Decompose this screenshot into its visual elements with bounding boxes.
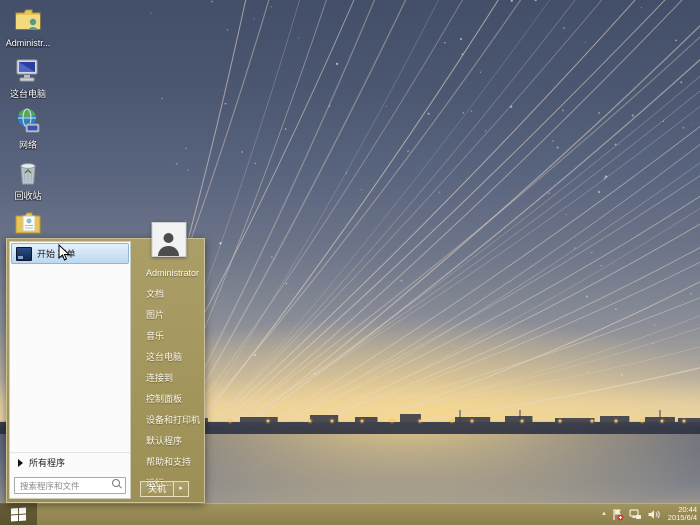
taskbar-clock[interactable]: 20:44 2015/6/4: [665, 505, 697, 523]
menu-item-documents[interactable]: 文档: [133, 284, 204, 305]
windows-logo-icon: [11, 506, 26, 522]
taskbar: ▴ 20:44 2015/6/4: [0, 503, 700, 525]
show-hidden-icons-button[interactable]: ▴: [602, 503, 606, 525]
program-list-empty-area: [10, 265, 130, 452]
menu-item-music[interactable]: 音乐: [133, 326, 204, 347]
start-button[interactable]: [0, 503, 37, 525]
user-folder-icon: [12, 4, 44, 36]
desktop-icon-network[interactable]: 网络: [2, 106, 54, 150]
shutdown-button[interactable]: 关机: [140, 481, 174, 497]
start-menu: 开始 菜单 所有程序 Administrator 文档 图片 音乐 这台电脑 连…: [6, 222, 205, 503]
search-input[interactable]: [14, 477, 126, 494]
desktop-icon-this-pc[interactable]: 这台电脑: [2, 55, 54, 99]
search-box-wrap: [14, 476, 126, 494]
search-icon: [112, 478, 122, 489]
start-menu-pinned-item[interactable]: 开始 菜单: [11, 243, 129, 264]
all-programs-button[interactable]: 所有程序: [10, 451, 130, 473]
menu-item-user-name[interactable]: Administrator: [133, 263, 204, 284]
desktop-icon-administrator[interactable]: Administr...: [2, 4, 54, 48]
all-programs-arrow-icon: [18, 458, 23, 467]
volume-icon[interactable]: [647, 508, 660, 521]
user-avatar[interactable]: [151, 222, 186, 257]
shutdown-options-arrow[interactable]: ▸: [174, 481, 189, 497]
start-menu-shortcut-icon: [16, 246, 32, 261]
shutdown-controls: 关机 ▸: [140, 481, 189, 497]
desktop-icon-label: 这台电脑: [9, 89, 46, 99]
start-menu-right-panel: Administrator 文档 图片 音乐 这台电脑 连接到 控制面板 设备和…: [133, 222, 204, 502]
menu-item-devices-printers[interactable]: 设备和打印机: [133, 410, 204, 431]
network-status-icon[interactable]: [629, 508, 642, 521]
documents-folder-icon: [12, 208, 44, 240]
all-programs-label: 所有程序: [29, 458, 66, 468]
pinned-item-label: 开始 菜单: [37, 249, 76, 259]
start-menu-left-panel: 开始 菜单 所有程序: [9, 241, 131, 499]
menu-item-default-programs[interactable]: 默认程序: [133, 431, 204, 452]
start-menu-right-items: Administrator 文档 图片 音乐 这台电脑 连接到 控制面板 设备和…: [133, 263, 204, 494]
desktop-icon-label: Administr...: [5, 38, 51, 48]
desktop-icon-label: 回收站: [14, 191, 42, 201]
desktop-icon-recycle-bin[interactable]: 回收站: [2, 157, 54, 201]
tray-date: 2015/6/4: [667, 513, 697, 522]
menu-item-help-support[interactable]: 帮助和支持: [133, 452, 204, 473]
user-silhouette-icon: [157, 233, 180, 256]
system-tray: ▴ 20:44 2015/6/4: [602, 503, 697, 525]
recycle-bin-icon: [12, 157, 44, 189]
this-pc-icon: [12, 55, 44, 87]
menu-item-control-panel[interactable]: 控制面板: [133, 389, 204, 410]
menu-item-this-pc[interactable]: 这台电脑: [133, 347, 204, 368]
action-center-flag-icon[interactable]: [611, 508, 624, 521]
desktop-icon-label: 网络: [18, 140, 37, 150]
network-icon: [12, 106, 44, 138]
menu-item-connect-to[interactable]: 连接到: [133, 368, 204, 389]
menu-item-pictures[interactable]: 图片: [133, 305, 204, 326]
desktop-icon-list: Administr... 这台电脑 网络 回收站: [2, 4, 54, 252]
